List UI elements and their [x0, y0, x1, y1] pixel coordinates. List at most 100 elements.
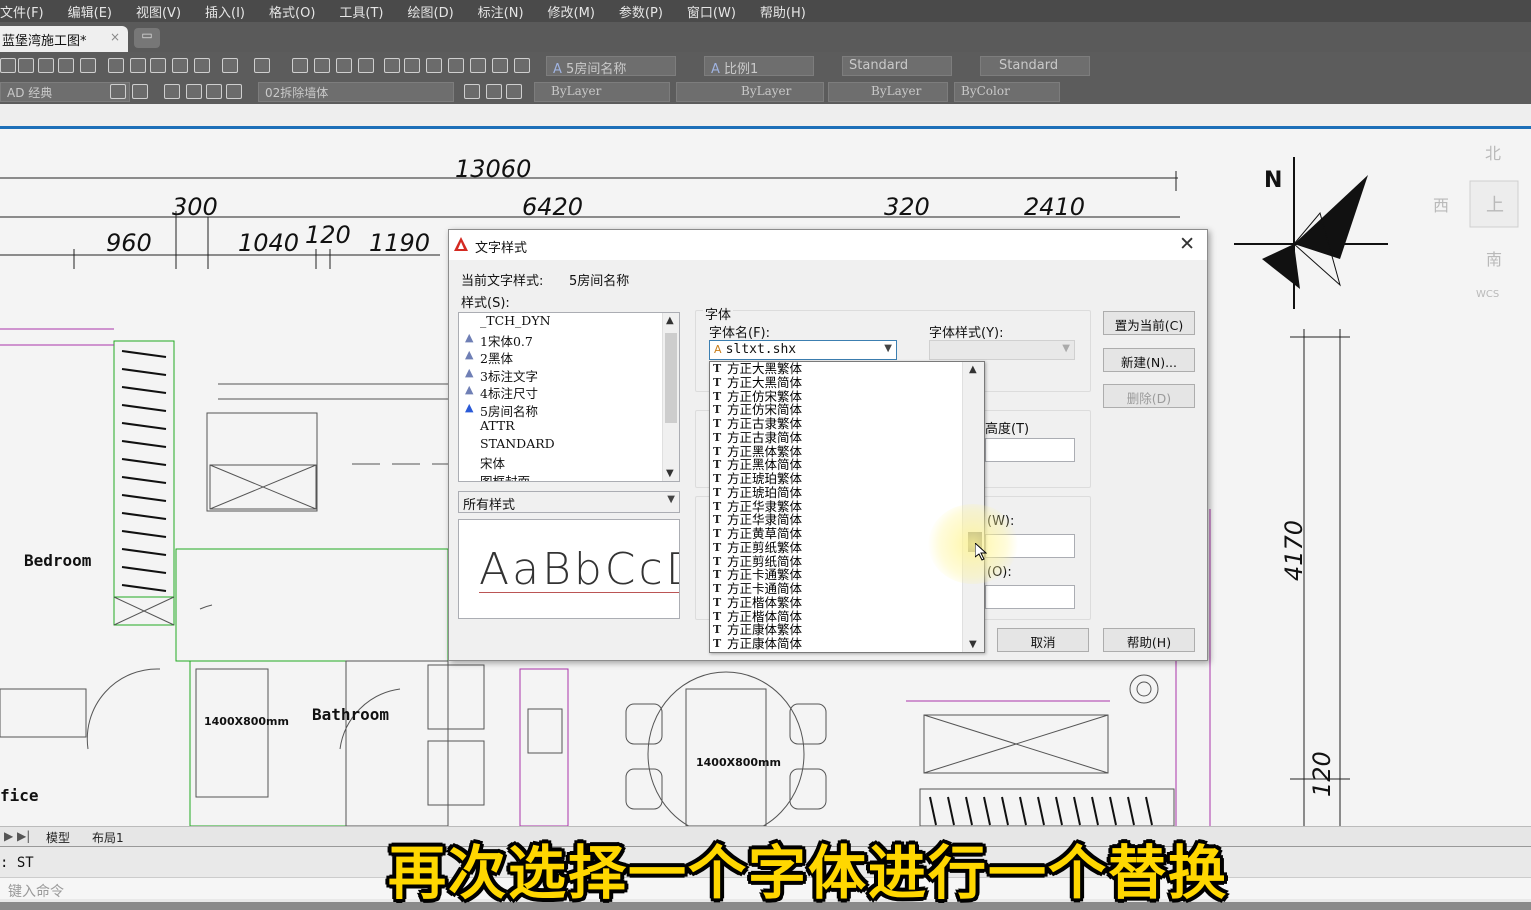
toolbar-tool-icon[interactable]	[404, 58, 420, 73]
toolbar-tool-icon[interactable]	[150, 58, 166, 73]
toolbar-tool-icon[interactable]	[186, 84, 202, 99]
menu-item[interactable]: 编辑(E)	[56, 2, 124, 21]
toolbar-tool-icon[interactable]	[18, 58, 34, 73]
viewcube-top[interactable]: 上	[1486, 195, 1504, 216]
menu-item[interactable]: 工具(T)	[327, 2, 395, 21]
viewcube-south[interactable]: 南	[1486, 250, 1502, 269]
toolbar-tool-icon[interactable]	[314, 58, 330, 73]
font-option[interactable]: T 方正楷体繁体	[710, 596, 984, 610]
font-option[interactable]: T 方正华隶繁体	[710, 499, 984, 514]
menu-item[interactable]: 修改(M)	[536, 2, 607, 21]
style-filter-dropdown[interactable]: 所有样式 ▼	[458, 491, 680, 513]
toolbar-tool-icon[interactable]	[448, 58, 464, 73]
font-option[interactable]: T 方正大黑简体	[710, 376, 984, 390]
style-list-item[interactable]: ▲ 3标注文字	[459, 366, 679, 384]
wcs-label[interactable]: WCS	[1476, 289, 1499, 300]
menu-item[interactable]: 文件(F)	[0, 2, 56, 21]
color-dropdown[interactable]: ByLayer	[534, 82, 670, 102]
linetype-dropdown[interactable]: ByLayer	[676, 82, 824, 102]
layer-dropdown[interactable]: 02拆除墙体	[258, 82, 454, 102]
toolbar-tool-icon[interactable]	[172, 58, 188, 73]
toolbar-tool-icon[interactable]	[384, 58, 400, 73]
menu-item[interactable]: 标注(N)	[466, 2, 536, 21]
tab-model[interactable]: 模型	[46, 829, 70, 846]
menu-item[interactable]: 窗口(W)	[675, 2, 748, 21]
document-tab[interactable]: 蓝堡湾施工图* ×	[0, 26, 128, 52]
scroll-up-icon[interactable]: ▲	[969, 364, 977, 375]
menu-item[interactable]: 帮助(H)	[748, 2, 818, 21]
font-option[interactable]: T 方正大黑繁体	[710, 362, 984, 376]
toolbar-tool-icon[interactable]	[514, 58, 530, 73]
toolbar-tool-icon[interactable]	[358, 58, 374, 73]
style-list-item[interactable]: STANDARD	[459, 436, 679, 454]
toolbar-tool-icon[interactable]	[80, 58, 96, 73]
scroll-thumb[interactable]	[665, 333, 677, 423]
toolbar-tool-icon[interactable]	[108, 58, 124, 73]
font-option[interactable]: T 方正黑体简体	[710, 458, 984, 472]
menu-item[interactable]: 插入(I)	[193, 2, 257, 21]
table-style-dropdown[interactable]: Standard	[842, 56, 952, 76]
menu-item[interactable]: 绘图(D)	[396, 2, 466, 21]
tab-layout1[interactable]: 布局1	[92, 829, 124, 846]
plotstyle-dropdown[interactable]: ByColor	[954, 82, 1060, 102]
font-style-dropdown[interactable]: ▼	[929, 340, 1075, 360]
toolbar-tool-icon[interactable]	[470, 58, 486, 73]
scroll-up-icon[interactable]: ▲	[666, 315, 674, 326]
toolbar-tool-icon[interactable]	[222, 58, 238, 73]
help-button[interactable]: 帮助(H)	[1103, 628, 1195, 652]
font-option[interactable]: T 方正琥珀简体	[710, 486, 984, 500]
style-list-item[interactable]: ▲ 2黑体	[459, 348, 679, 366]
tab-nav-arrows[interactable]: ▶ ▶|	[4, 829, 30, 843]
toolbar-tool-icon[interactable]	[58, 58, 74, 73]
multileader-style-dropdown[interactable]: Standard	[980, 56, 1090, 76]
text-style-dropdown[interactable]: A 5房间名称	[546, 56, 676, 76]
viewcube[interactable]: 北 西 上 南 WCS	[1433, 144, 1519, 300]
menu-item[interactable]: 参数(P)	[607, 2, 675, 21]
toolbar-tool-icon[interactable]	[132, 84, 148, 99]
new-tab-button[interactable]: ▭	[134, 28, 160, 48]
delete-style-button[interactable]: 删除(D)	[1103, 384, 1195, 408]
style-list-item[interactable]: _TCH_DYN	[459, 313, 679, 331]
toolbar-tool-icon[interactable]	[464, 84, 480, 99]
toolbar-tool-icon[interactable]	[506, 84, 522, 99]
close-icon[interactable]: ✕	[1179, 233, 1195, 255]
menu-item[interactable]: 格式(O)	[257, 2, 327, 21]
font-option[interactable]: T 方正黑体繁体	[710, 444, 984, 459]
toolbar-tool-icon[interactable]	[110, 84, 126, 99]
viewcube-north[interactable]: 北	[1485, 144, 1501, 163]
styles-list[interactable]: _TCH_DYN ▲ 1宋体0.7 ▲ 2黑体 ▲ 3标注文字 ▲ 4标注尺寸 ▲ 5房间名称 ATT…	[458, 312, 680, 482]
font-option[interactable]: T 方正古隶简体	[710, 431, 984, 445]
toolbar-tool-icon[interactable]	[164, 84, 180, 99]
font-option[interactable]: T 方正卡通简体	[710, 582, 984, 596]
style-list-item[interactable]: 图框封面	[459, 471, 679, 482]
height-input[interactable]	[985, 438, 1075, 462]
style-list-item[interactable]: ▲ 4标注尺寸	[459, 383, 679, 401]
font-name-options-list[interactable]: T 方正大黑繁体 T 方正大黑简体 T 方正仿宋繁体 T 方正仿宋简体 T 方正古隶繁体 T 方正古隶…	[709, 361, 985, 653]
toolbar-tool-icon[interactable]	[492, 58, 508, 73]
font-option[interactable]: T 方正仿宋简体	[710, 403, 984, 417]
toolbar-tool-icon[interactable]	[336, 58, 352, 73]
style-list-item[interactable]: ▲ 5房间名称	[459, 401, 679, 419]
dim-style-dropdown[interactable]: A 比例1	[704, 56, 814, 76]
toolbar-tool-icon[interactable]	[0, 58, 16, 73]
new-style-button[interactable]: 新建(N)...	[1103, 348, 1195, 372]
font-option[interactable]: T 方正古隶繁体	[710, 417, 984, 431]
viewcube-west[interactable]: 西	[1433, 196, 1449, 215]
scroll-down-icon[interactable]: ▼	[666, 468, 674, 479]
menu-item[interactable]: 视图(V)	[124, 2, 193, 21]
scroll-down-icon[interactable]: ▼	[969, 639, 977, 650]
styles-scrollbar[interactable]: ▲ ▼	[662, 313, 679, 481]
toolbar-tool-icon[interactable]	[206, 84, 222, 99]
set-current-button[interactable]: 置为当前(C)	[1103, 311, 1195, 335]
toolbar-tool-icon[interactable]	[486, 84, 502, 99]
toolbar-tool-icon[interactable]	[38, 58, 54, 73]
font-option[interactable]: T 方正琥珀繁体	[710, 472, 984, 486]
toolbar-tool-icon[interactable]	[254, 58, 270, 73]
font-option[interactable]: T 方正康体繁体	[710, 623, 984, 637]
toolbar-tool-icon[interactable]	[292, 58, 308, 73]
font-option[interactable]: T 方正康体简体	[710, 637, 984, 651]
toolbar-tool-icon[interactable]	[226, 84, 242, 99]
font-name-dropdown[interactable]: A sltxt.shx ▼	[709, 340, 897, 360]
cancel-button[interactable]: 取消	[997, 628, 1089, 652]
style-list-item[interactable]: ATTR	[459, 418, 679, 436]
